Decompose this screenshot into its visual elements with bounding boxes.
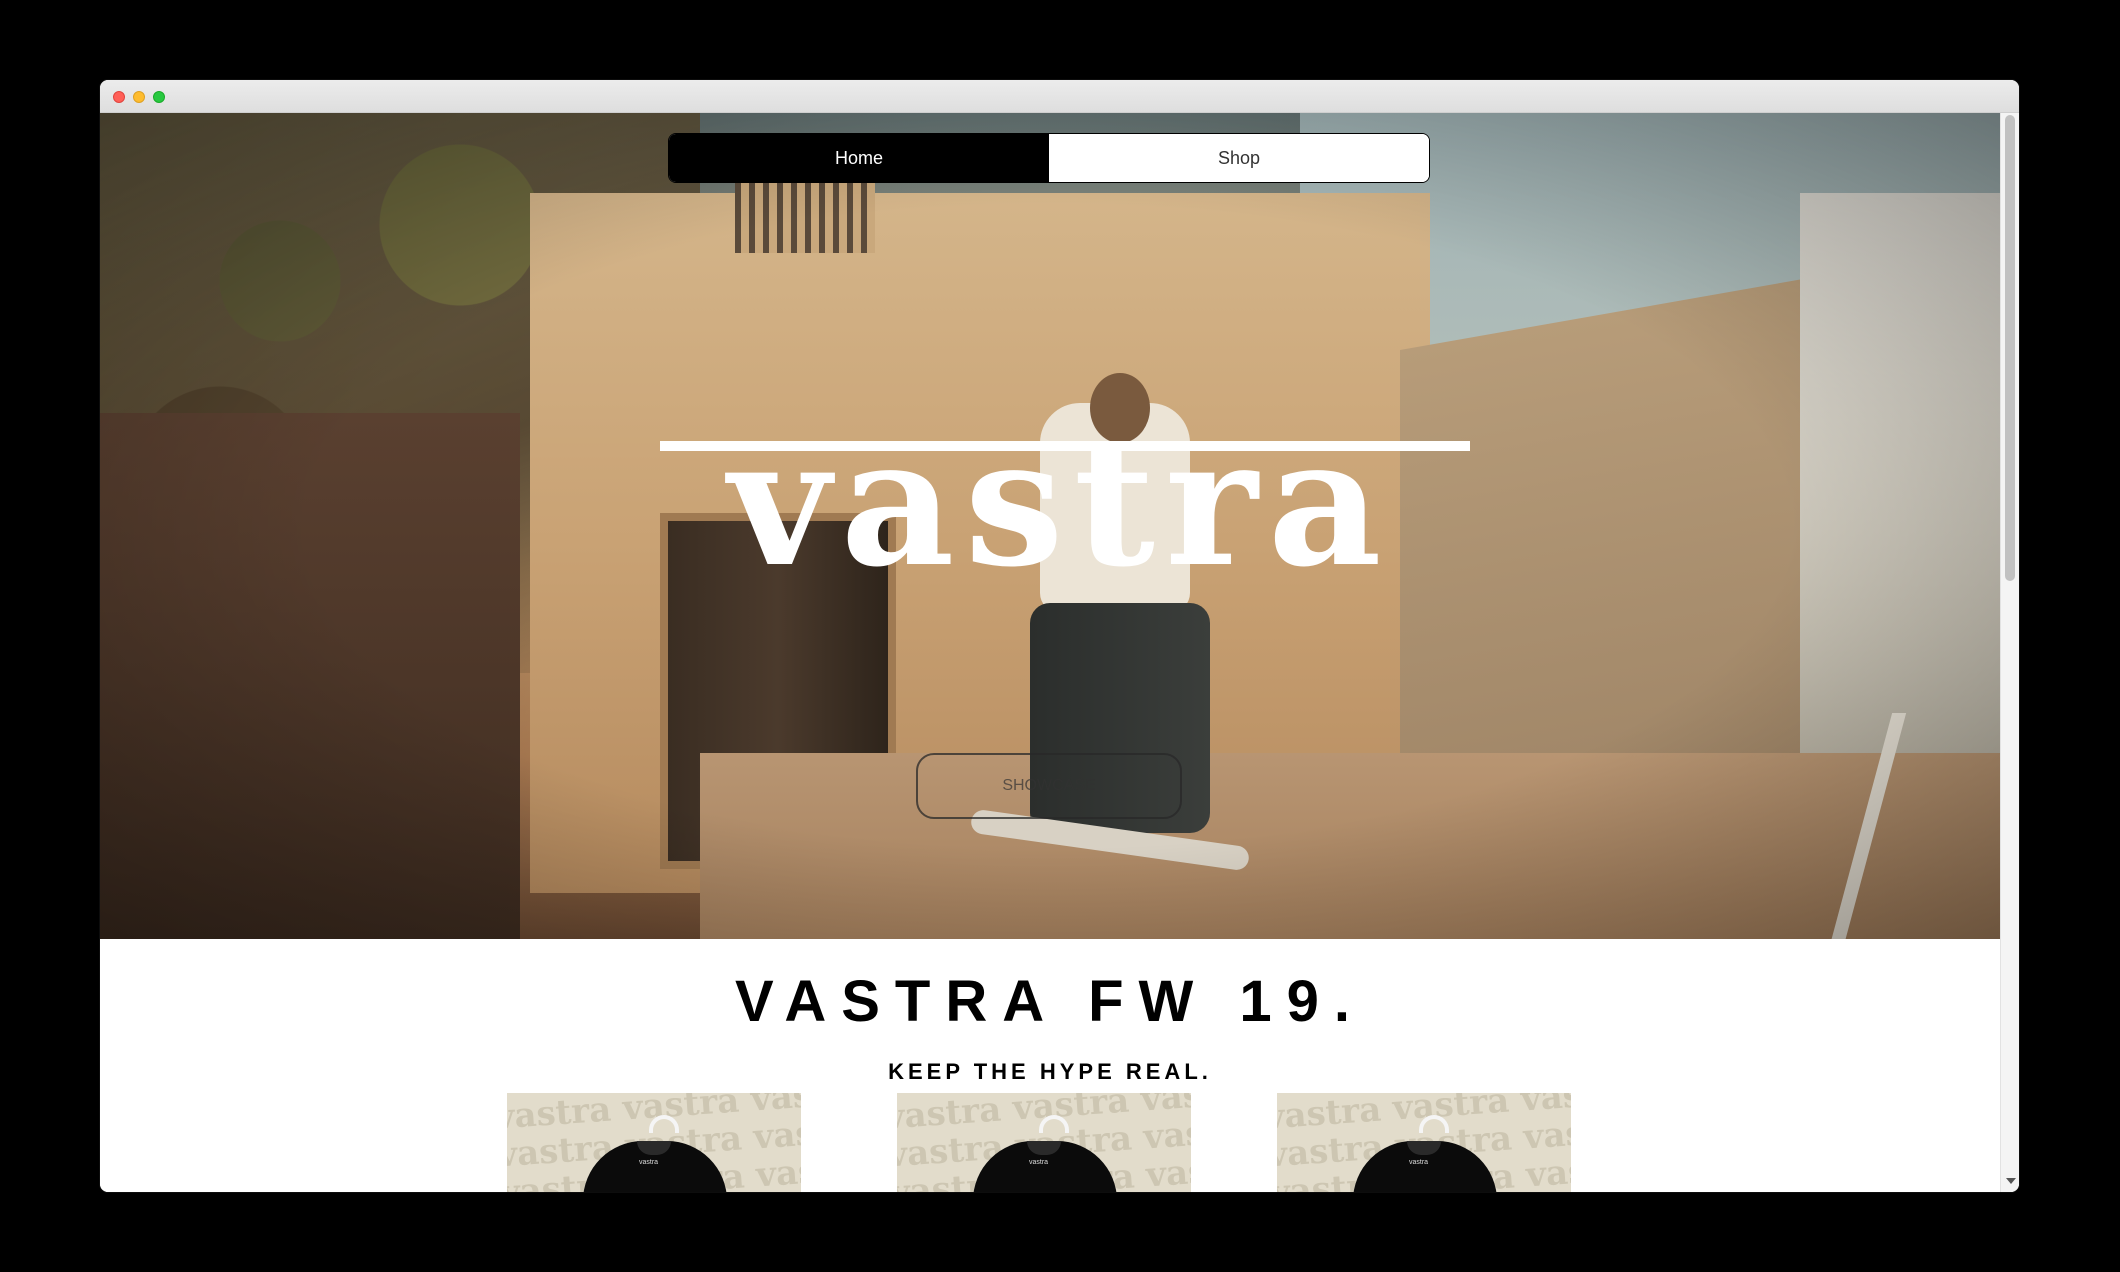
tshirt-tag: vastra xyxy=(639,1159,659,1166)
page-viewport: Home Shop vastra SHOWCASE VASTRA FW 19. … xyxy=(100,113,2000,1192)
nav-home-label: Home xyxy=(834,147,883,168)
brand-logo: vastra xyxy=(660,399,1470,613)
showcase-button[interactable]: SHOWCASE xyxy=(916,753,1182,819)
product-card[interactable]: vastra vastra vastra vastra vastra vastr… xyxy=(1277,1093,1571,1192)
minimize-window-button[interactable] xyxy=(133,91,145,103)
product-card[interactable]: vastra vastra vastra vastra vastra vastr… xyxy=(897,1093,1191,1192)
logo-text: vastra xyxy=(728,399,1392,606)
title-bar xyxy=(100,80,2019,113)
scroll-down-arrow-icon[interactable] xyxy=(2006,1178,2016,1184)
collection-tagline: KEEP THE HYPE REAL. xyxy=(888,1059,1212,1084)
collection-title: VASTRA FW 19. xyxy=(734,969,1366,1034)
scrollbar-thumb[interactable] xyxy=(2005,115,2015,581)
showcase-label: SHOWCASE xyxy=(1002,777,1096,794)
tshirt-tag: vastra xyxy=(1029,1159,1049,1166)
main-nav: Home Shop xyxy=(668,133,1430,183)
product-card[interactable]: vastra vastra vastra vastra vastra vastr… xyxy=(507,1093,801,1192)
nav-home[interactable]: Home xyxy=(669,134,1049,182)
hero-video: Home Shop vastra SHOWCASE xyxy=(100,113,2000,939)
close-window-button[interactable] xyxy=(113,91,125,103)
vertical-scrollbar[interactable] xyxy=(2000,113,2019,1192)
tshirt-tag: vastra xyxy=(1409,1159,1429,1166)
maximize-window-button[interactable] xyxy=(153,91,165,103)
browser-window: Home Shop vastra SHOWCASE VASTRA FW 19. … xyxy=(100,80,2019,1192)
nav-shop-label: Shop xyxy=(1217,147,1261,168)
nav-shop[interactable]: Shop xyxy=(1049,134,1429,182)
